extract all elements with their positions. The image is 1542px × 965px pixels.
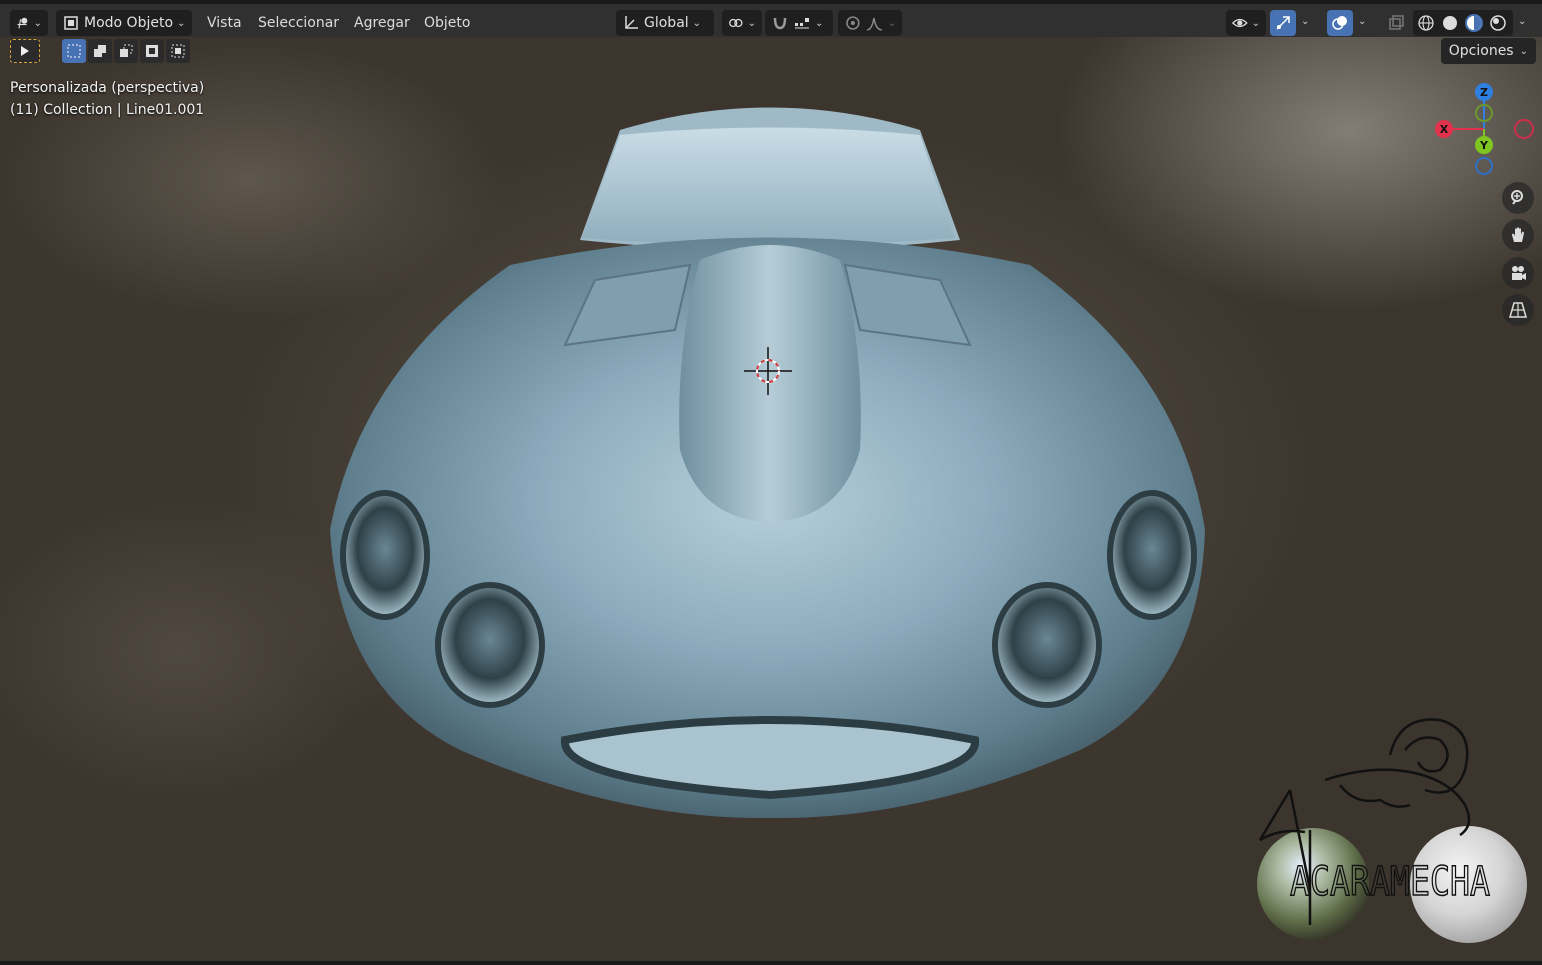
object-mode-icon: [64, 16, 78, 30]
transform-orientation-icon: [625, 16, 638, 29]
mode-selector[interactable]: Modo Objeto ⌄: [56, 10, 192, 36]
camera-icon: [1512, 266, 1526, 280]
chevron-down-icon: ⌄: [177, 17, 186, 29]
select-new-icon: [67, 44, 81, 58]
xray-icon: [1389, 15, 1404, 30]
left-outer-headlamp: [340, 490, 430, 620]
snap-magnet-icon: [773, 17, 787, 30]
gizmo-z-label: Z: [1480, 86, 1488, 99]
falloff-curve-icon: [866, 17, 882, 31]
chevron-down-icon: ⌄: [815, 17, 824, 29]
perspective-toggle-button[interactable]: [1502, 294, 1534, 326]
solid-shading-icon[interactable]: [1441, 14, 1459, 32]
gizmo-neg-z[interactable]: [1475, 157, 1493, 175]
viewport-header: ⌄ Modo Objeto ⌄ Vista Seleccionar Agrega…: [0, 0, 1542, 37]
gizmo-options-dropdown[interactable]: ⌄: [1301, 16, 1309, 27]
editor-type-icon: [17, 17, 28, 29]
xray-toggle-button[interactable]: [1383, 10, 1409, 36]
chevron-down-icon: ⌄: [747, 17, 756, 29]
snap-group[interactable]: ⌄: [765, 10, 833, 36]
selection-tool-row: [10, 39, 190, 67]
collection-info-label: (11) Collection | Line01.001: [10, 102, 205, 118]
chevron-down-icon: ⌄: [33, 17, 42, 29]
pan-hand-icon: [1512, 227, 1524, 242]
overlays-icon: [1332, 16, 1347, 30]
overlays-options-dropdown[interactable]: ⌄: [1358, 16, 1366, 27]
right-inner-headlamp: [992, 582, 1102, 708]
chevron-down-icon: ⌄: [1519, 45, 1528, 57]
options-label: Opciones: [1448, 43, 1514, 59]
chevron-down-icon: ⌄: [1251, 17, 1260, 29]
visibility-selector[interactable]: ⌄: [1226, 10, 1266, 36]
camera-view-button[interactable]: [1502, 257, 1534, 289]
pivot-point-icon: [729, 18, 743, 28]
overlays-toggle-button[interactable]: [1327, 10, 1353, 36]
car-windshield: [582, 127, 955, 245]
transform-orientation-selector[interactable]: Global ⌄: [616, 10, 714, 36]
wireframe-shading-icon[interactable]: [1417, 14, 1435, 32]
gizmo-toggle-icon: [1276, 16, 1290, 30]
cursor-arrow-icon: [21, 46, 29, 56]
select-tool-button[interactable]: [10, 39, 40, 63]
shading-mode-group[interactable]: [1413, 10, 1513, 36]
pivot-point-selector[interactable]: ⌄: [722, 10, 762, 36]
gizmo-neg-x[interactable]: [1514, 119, 1534, 139]
shading-options-dropdown[interactable]: ⌄: [1518, 16, 1526, 27]
chevron-down-icon: ⌄: [692, 17, 702, 29]
proportional-edit-group[interactable]: ⌄: [838, 10, 902, 36]
select-invert-icon: [146, 45, 158, 57]
hood-bulge: [679, 245, 861, 522]
view-name-label: Personalizada (perspectiva): [10, 80, 205, 96]
gizmo-toggle-button[interactable]: [1270, 10, 1296, 36]
zoom-button[interactable]: [1502, 182, 1534, 214]
select-intersect-button[interactable]: [166, 39, 190, 63]
pan-button[interactable]: [1502, 219, 1534, 251]
viewport-bottom-border: [0, 961, 1542, 965]
chevron-down-icon: ⌄: [887, 17, 896, 29]
editor-type-selector[interactable]: ⌄: [10, 10, 48, 36]
select-intersect-icon: [171, 44, 185, 58]
menu-objeto[interactable]: Objeto: [424, 10, 470, 36]
menu-seleccionar[interactable]: Seleccionar: [258, 10, 339, 36]
transform-orientation-label: Global: [644, 15, 689, 31]
car-model[interactable]: [320, 90, 1220, 830]
watermark-text: ACARAMECHA: [1290, 859, 1490, 905]
mode-label: Modo Objeto: [84, 15, 174, 31]
navigation-gizmo[interactable]: Z X Y: [1420, 76, 1540, 186]
select-extend-icon: [94, 45, 106, 57]
visibility-eye-icon: [1232, 18, 1248, 28]
3d-viewport[interactable]: Personalizada (perspectiva) (11) Collect…: [0, 0, 1542, 965]
rendered-shading-icon[interactable]: [1489, 14, 1507, 32]
menu-vista[interactable]: Vista: [207, 10, 242, 36]
gizmo-y-label: Y: [1479, 139, 1489, 152]
select-subtract-button[interactable]: [114, 39, 138, 63]
options-dropdown[interactable]: Opciones ⌄: [1440, 38, 1536, 64]
perspective-grid-icon: [1509, 302, 1527, 318]
gizmo-x-label: X: [1440, 123, 1449, 136]
caramecha-logo: ACARAMECHA: [1258, 718, 1491, 925]
material-shading-icon[interactable]: [1465, 14, 1483, 32]
select-subtract-icon: [120, 44, 133, 57]
select-invert-button[interactable]: [140, 39, 164, 63]
proportional-edit-icon: [846, 16, 860, 30]
left-inner-headlamp: [435, 582, 545, 708]
snap-increment-icon: [795, 18, 809, 29]
select-new-button[interactable]: [62, 39, 86, 63]
menu-agregar[interactable]: Agregar: [354, 10, 410, 36]
viewport-info: Personalizada (perspectiva) (11) Collect…: [10, 77, 204, 121]
zoom-icon: [1511, 190, 1523, 205]
select-extend-button[interactable]: [88, 39, 112, 63]
right-outer-headlamp: [1107, 490, 1197, 620]
